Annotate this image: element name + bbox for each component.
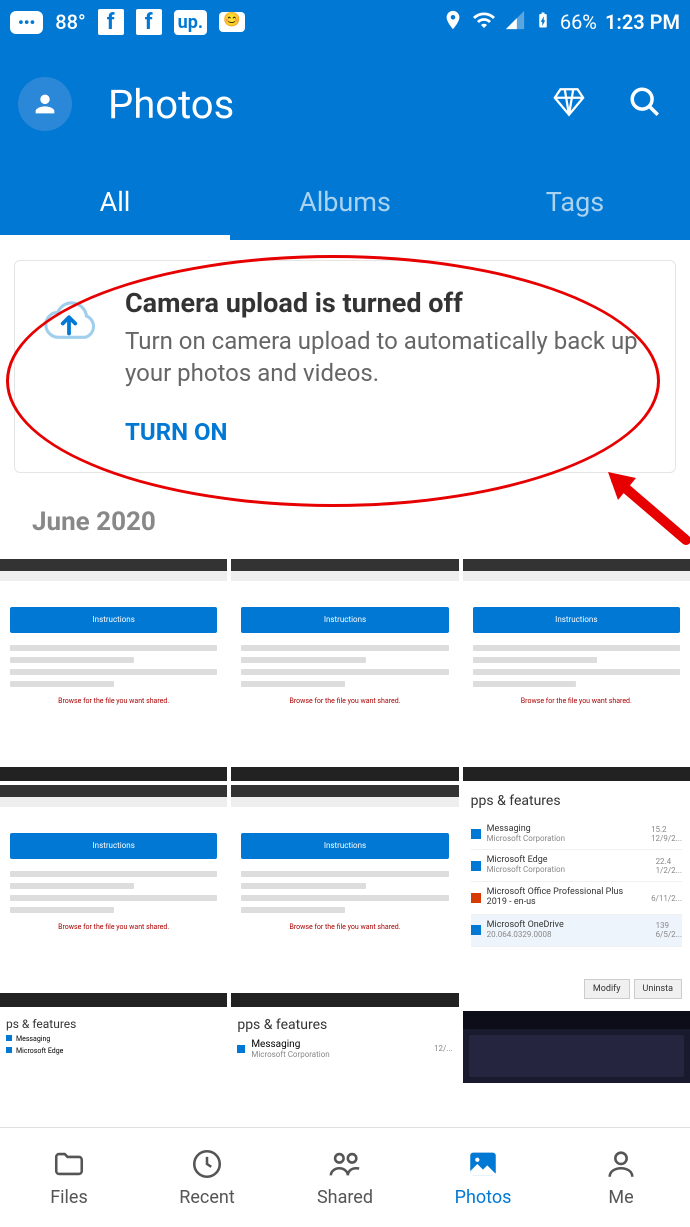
people-icon [328, 1147, 362, 1181]
photo-thumbnail[interactable]: ps & features Messaging Microsoft Edge [0, 1011, 227, 1083]
photo-thumbnail[interactable]: pps & features MessagingMicrosoft Corpor… [231, 1011, 458, 1083]
location-icon [442, 9, 464, 36]
premium-icon[interactable] [552, 85, 586, 123]
app-name: Microsoft Edge [16, 1047, 63, 1055]
section-header: June 2020 [32, 507, 676, 537]
nav-me[interactable]: Me [552, 1128, 690, 1227]
app-vendor: Microsoft Corporation [487, 866, 650, 875]
photo-thumbnail[interactable]: pps & features MessagingMicrosoft Corpor… [463, 785, 690, 1007]
apps-title: pps & features [471, 793, 682, 809]
clock-icon [190, 1147, 224, 1181]
cloud-upload-icon [39, 287, 99, 446]
app-header: Photos [0, 44, 690, 164]
nav-photos[interactable]: Photos [414, 1128, 552, 1227]
card-title: Camera upload is turned off [125, 287, 651, 319]
status-right: 66% 1:23 PM [442, 8, 680, 37]
status-left: ••• 88° f f up. [10, 9, 257, 35]
folder-icon [52, 1147, 86, 1181]
uninstall-button: Uninsta [634, 979, 682, 999]
app-name: Microsoft Office Professional Plus 2019 … [487, 888, 645, 908]
facebook-icon: f [136, 9, 162, 35]
signal-icon [504, 9, 526, 36]
app-date: 1/2/2... [656, 866, 682, 875]
app-date: 12/... [434, 1044, 453, 1053]
photo-thumbnail[interactable] [463, 1011, 690, 1083]
nav-label: Shared [317, 1187, 373, 1208]
app-vendor: Microsoft Corporation [487, 835, 645, 844]
temperature: 88° [55, 10, 85, 34]
apps-title: pps & features [237, 1017, 452, 1033]
battery-percent: 66% [560, 10, 597, 34]
bottom-nav: Files Recent Shared Photos Me [0, 1127, 690, 1227]
card-description: Turn on camera upload to automatically b… [125, 325, 651, 390]
photo-thumbnail[interactable]: InstructionsBrowse for the file you want… [231, 559, 458, 781]
app-size: 22.4 [656, 857, 682, 866]
photo-icon [466, 1147, 500, 1181]
notification-pill-icon: ••• [10, 11, 43, 34]
facebook-icon: f [98, 9, 124, 35]
tabs: All Albums Tags [0, 164, 690, 240]
battery-icon [534, 8, 552, 37]
modify-button: Modify [584, 979, 630, 999]
sms-icon [219, 12, 245, 32]
app-date: 6/5/2... [656, 930, 682, 939]
person-icon [604, 1147, 638, 1181]
camera-upload-card: Camera upload is turned off Turn on came… [14, 260, 676, 473]
page-title: Photos [108, 81, 516, 128]
photo-grid: InstructionsBrowse for the file you want… [0, 559, 690, 1007]
upwork-icon: up. [174, 10, 207, 35]
app-name: Messaging [251, 1039, 428, 1050]
apps-title: ps & features [6, 1017, 221, 1031]
app-size: 15.2 [651, 825, 682, 834]
photo-thumbnail[interactable]: InstructionsBrowse for the file you want… [0, 559, 227, 781]
wifi-icon [472, 8, 496, 37]
app-date: 12/9/2... [651, 834, 682, 843]
tab-all[interactable]: All [0, 164, 230, 240]
app-size: 139 [656, 921, 682, 930]
nav-label: Recent [179, 1187, 234, 1208]
nav-recent[interactable]: Recent [138, 1128, 276, 1227]
photo-thumbnail[interactable]: InstructionsBrowse for the file you want… [231, 785, 458, 1007]
app-vendor: Microsoft Corporation [251, 1050, 428, 1059]
nav-label: Photos [455, 1187, 512, 1208]
turn-on-button[interactable]: TURN ON [125, 418, 651, 446]
app-name: Messaging [16, 1035, 50, 1043]
nav-shared[interactable]: Shared [276, 1128, 414, 1227]
clock: 1:23 PM [605, 10, 680, 34]
tab-albums[interactable]: Albums [230, 164, 460, 240]
content: Camera upload is turned off Turn on came… [0, 240, 690, 1127]
nav-label: Me [608, 1187, 633, 1208]
account-avatar[interactable] [18, 77, 72, 131]
tab-tags[interactable]: Tags [460, 164, 690, 240]
nav-label: Files [50, 1187, 88, 1208]
photo-thumbnail[interactable]: InstructionsBrowse for the file you want… [463, 559, 690, 781]
photo-thumbnail[interactable]: InstructionsBrowse for the file you want… [0, 785, 227, 1007]
app-date: 6/11/2... [651, 894, 682, 903]
app-vendor: 20.064.0329.0008 [487, 931, 650, 940]
status-bar: ••• 88° f f up. 66% 1:23 PM [0, 0, 690, 44]
search-icon[interactable] [628, 85, 662, 123]
nav-files[interactable]: Files [0, 1128, 138, 1227]
